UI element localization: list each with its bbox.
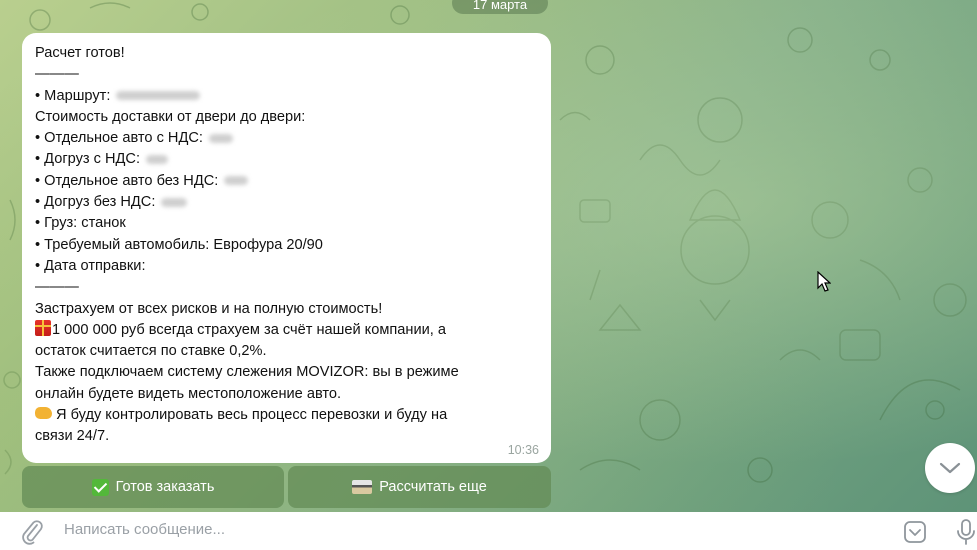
message-line: ——— bbox=[35, 66, 79, 83]
redacted-value bbox=[116, 91, 201, 101]
message-line: связи 24/7. bbox=[35, 428, 110, 445]
message-line: 1 000 000 руб всегда страхуем за счёт на… bbox=[35, 319, 539, 341]
checkmark-icon bbox=[91, 478, 109, 496]
message-line: Я буду контролировать весь процесс перев… bbox=[35, 405, 539, 426]
chevron-down-icon bbox=[939, 462, 961, 474]
message-line: • Груз: станок bbox=[35, 215, 126, 232]
price-label: • Догруз с НДС: bbox=[35, 151, 141, 168]
message-line: онлайн будете видеть местоположение авто… bbox=[35, 385, 342, 402]
message-line: Застрахуем от всех рисков и на полную ст… bbox=[35, 300, 383, 317]
message-time: 10:36 bbox=[507, 443, 539, 457]
message-bubble: Расчет готов! ——— • Маршрут: Стоимость д… bbox=[22, 33, 551, 463]
paperclip-icon[interactable] bbox=[20, 519, 44, 545]
order-button-label: Готов заказать bbox=[115, 479, 215, 495]
mouse-cursor-icon bbox=[817, 271, 831, 292]
message-line: • Маршрут: bbox=[35, 86, 539, 107]
message-line: Также подключаем систему слежения MOVIZO… bbox=[35, 364, 459, 381]
message-line: • Отдельное авто с НДС: bbox=[35, 128, 539, 149]
message-line: • Догруз без НДС: bbox=[35, 192, 539, 213]
price-label: • Догруз без НДС: bbox=[35, 194, 156, 211]
message-text: 1 000 000 руб всегда страхуем за счёт на… bbox=[52, 321, 446, 338]
recalculate-button[interactable]: Рассчитать еще bbox=[288, 466, 551, 508]
scroll-down-button[interactable] bbox=[925, 443, 975, 493]
message-line: • Дата отправки: bbox=[35, 257, 146, 274]
recalculate-button-label: Рассчитать еще bbox=[379, 479, 487, 495]
message-line: ——— bbox=[35, 279, 79, 296]
order-button[interactable]: Готов заказать bbox=[22, 466, 284, 508]
message-line: • Отдельное авто без НДС: bbox=[35, 171, 539, 192]
date-pill: 17 марта bbox=[452, 0, 548, 14]
handshake-icon bbox=[35, 407, 52, 420]
microphone-icon[interactable] bbox=[956, 518, 976, 546]
message-input[interactable]: Написать сообщение... bbox=[64, 521, 225, 538]
emoji-icon[interactable] bbox=[903, 520, 927, 544]
redacted-value bbox=[224, 176, 249, 186]
redacted-value bbox=[146, 155, 169, 165]
gift-icon bbox=[35, 319, 51, 336]
redacted-value bbox=[161, 197, 188, 207]
price-label: • Отдельное авто с НДС: bbox=[35, 130, 203, 147]
price-label: • Отдельное авто без НДС: bbox=[35, 172, 219, 189]
route-label: • Маршрут: bbox=[35, 87, 111, 104]
message-line: • Требуемый автомобиль: Еврофура 20/90 bbox=[35, 236, 323, 253]
message-line: Расчет готов! bbox=[35, 45, 125, 61]
redacted-value bbox=[208, 133, 233, 143]
message-line: • Догруз с НДС: bbox=[35, 149, 539, 170]
credit-card-icon bbox=[352, 480, 373, 494]
message-line: остаток считается по ставке 0,2%. bbox=[35, 343, 267, 360]
message-text: Я буду контролировать весь процесс перев… bbox=[56, 407, 448, 424]
message-input-bar: Написать сообщение... bbox=[0, 512, 977, 550]
message-line: Стоимость доставки от двери до двери: bbox=[35, 108, 306, 125]
